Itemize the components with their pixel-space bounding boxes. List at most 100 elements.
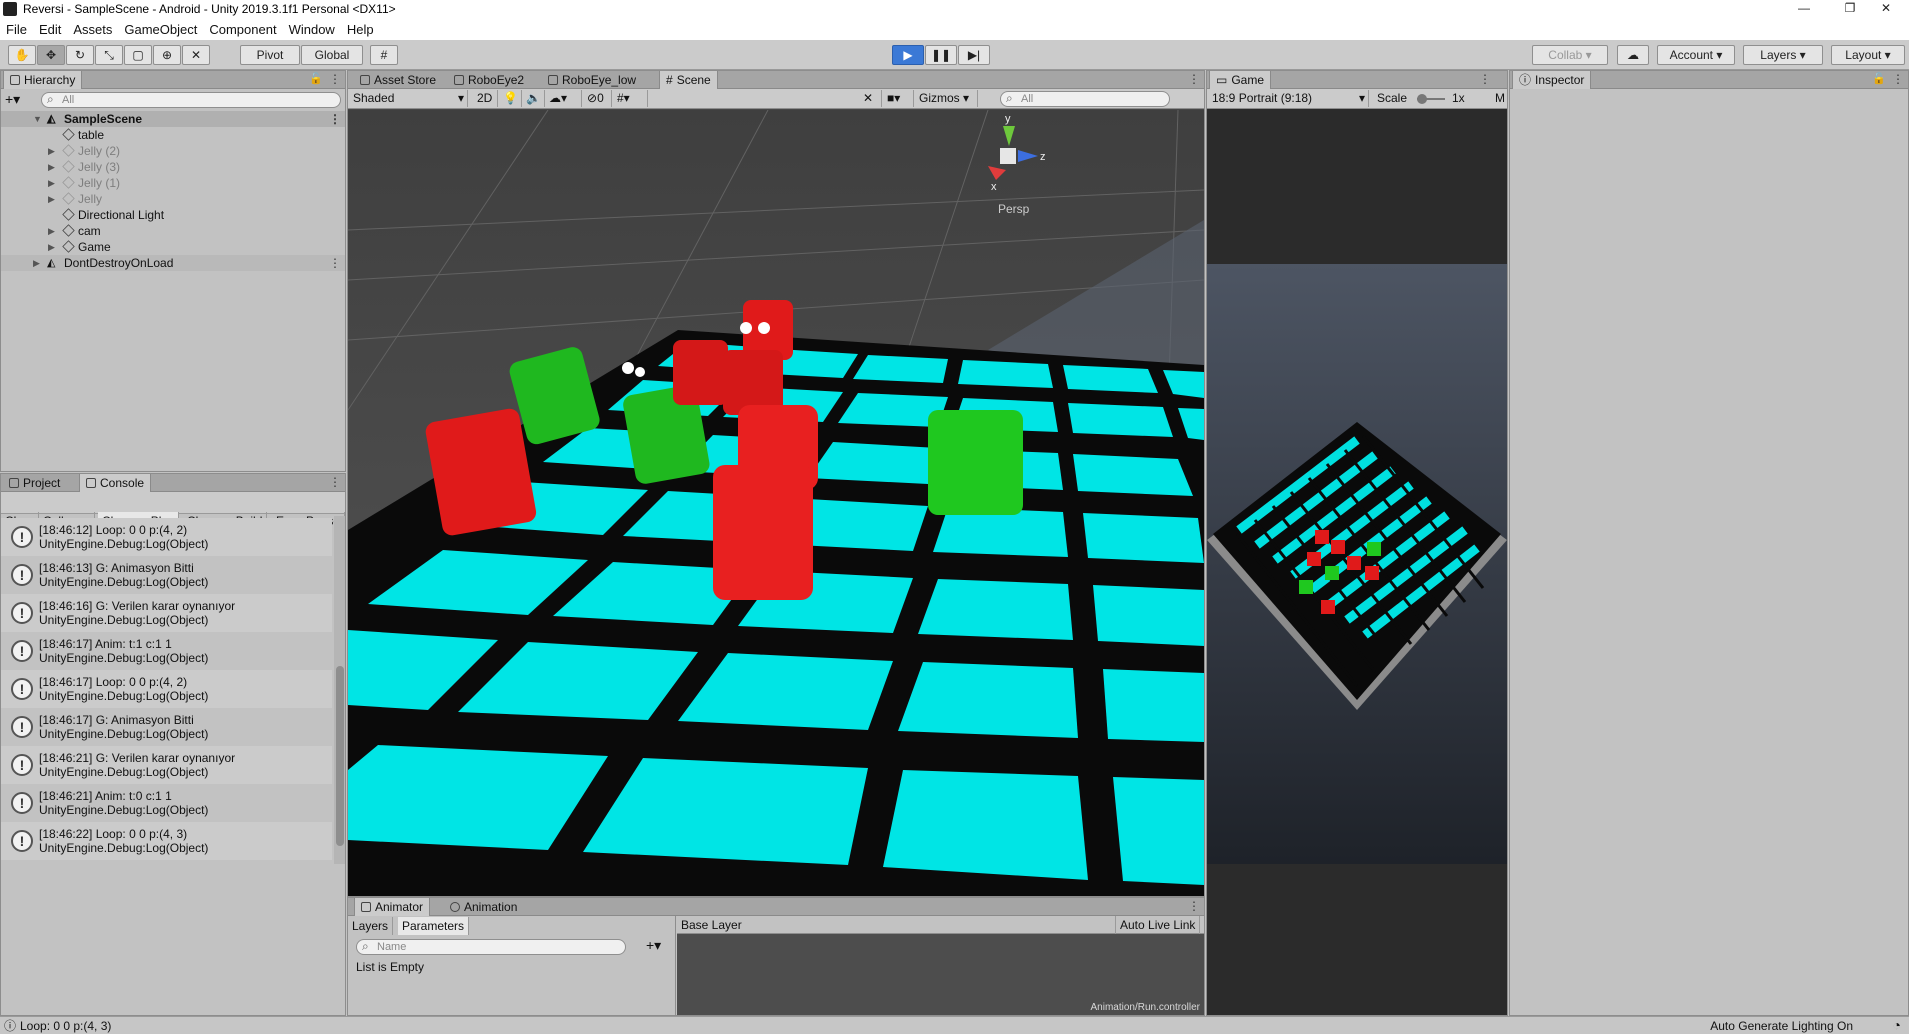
scale-tool-icon[interactable]: ⤡ [95, 45, 123, 65]
effects-dropdown-icon[interactable]: ☁▾ [546, 90, 582, 107]
scene-row[interactable]: ▼ ◭ SampleScene ⋮ [1, 111, 345, 127]
2d-toggle[interactable]: 2D [474, 90, 498, 107]
parameter-search-input[interactable]: Name [356, 939, 626, 955]
expand-arrow-icon[interactable]: ▶ [48, 191, 55, 207]
menu-assets[interactable]: Assets [73, 22, 112, 37]
custom-tool-icon[interactable]: ✕ [182, 45, 210, 65]
grid-snap-icon[interactable]: # [370, 45, 398, 65]
hierarchy-item[interactable]: ▶ Jelly (1) [1, 175, 345, 191]
maximize-toggle-truncated[interactable]: M [1495, 91, 1505, 105]
status-message[interactable]: Loop: 0 0 p:(4, 3) [20, 1017, 111, 1034]
kebab-menu-icon[interactable]: ⋮ [1479, 72, 1491, 86]
log-entry[interactable]: ! [18:46:17] Loop: 0 0 p:(4, 2) UnityEngin… [1, 670, 332, 708]
scale-slider-handle[interactable] [1417, 94, 1427, 104]
hierarchy-item[interactable]: ▶ cam [1, 223, 345, 239]
create-plus-icon[interactable]: +▾ [5, 91, 20, 108]
tab-console[interactable]: Console [79, 474, 152, 492]
animator-graph[interactable]: Base Layer Auto Live Link Animation/Run.… [677, 916, 1204, 1015]
move-tool-icon[interactable]: ✥ [37, 45, 65, 65]
tab-scene[interactable]: # Scene [659, 71, 718, 89]
tab-hierarchy[interactable]: Hierarchy [3, 71, 83, 89]
log-entry[interactable]: ! [18:46:22] Loop: 0 0 p:(4, 3) UnityEngin… [1, 822, 332, 860]
audio-toggle-icon[interactable]: 🔈 [523, 90, 545, 107]
hierarchy-item[interactable]: ▶ Jelly (2) [1, 143, 345, 159]
expand-arrow-icon[interactable]: ▶ [48, 159, 55, 175]
log-entry[interactable]: ! [18:46:17] Anim: t:1 c:1 1 UnityEngine.D… [1, 632, 332, 670]
log-entry[interactable]: ! [18:46:21] G: Verilen karar oynanıyor Un… [1, 746, 332, 784]
hand-tool-icon[interactable]: ✋ [8, 45, 36, 65]
hierarchy-item[interactable]: ▶ Game [1, 239, 345, 255]
rect-tool-icon[interactable]: ▢ [124, 45, 152, 65]
hidden-objects-toggle[interactable]: ⊘0 [584, 90, 612, 107]
log-entry[interactable]: ! [18:46:17] G: Animasyon Bitti UnityEngin… [1, 708, 332, 746]
console-scrollbar[interactable] [334, 516, 345, 864]
transform-tool-icon[interactable]: ⊕ [153, 45, 181, 65]
log-entry[interactable]: ! [18:46:12] Loop: 0 0 p:(4, 2) UnityEngin… [1, 518, 332, 556]
auto-live-link-button[interactable]: Auto Live Link [1115, 916, 1201, 934]
aspect-dropdown[interactable]: 18:9 Portrait (9:18) ▾ [1209, 90, 1369, 107]
menu-edit[interactable]: Edit [39, 22, 61, 37]
pivot-toggle[interactable]: Pivot [240, 45, 300, 65]
expand-arrow-icon[interactable]: ▶ [48, 239, 55, 255]
expand-arrow-icon[interactable]: ▶ [48, 143, 55, 159]
kebab-menu-icon[interactable]: ⋮ [1188, 72, 1200, 86]
shading-dropdown[interactable]: Shaded ▾ [350, 90, 468, 107]
scene-kebab-icon[interactable]: ⋮ [329, 111, 341, 127]
hierarchy-search-input[interactable]: All [41, 92, 341, 108]
close-button[interactable]: ✕ [1863, 0, 1909, 18]
kebab-menu-icon[interactable]: ⋮ [329, 475, 341, 489]
kebab-menu-icon[interactable]: ⋮ [1188, 899, 1200, 913]
add-parameter-icon[interactable]: +▾ [646, 937, 661, 954]
parameters-tab-button[interactable]: Parameters [398, 917, 470, 935]
expand-arrow-icon[interactable]: ▶ [33, 255, 40, 271]
dont-destroy-row[interactable]: ▶ ◭ DontDestroyOnLoad ⋮ [1, 255, 345, 271]
tab-project[interactable]: Project [3, 474, 66, 492]
cloud-icon[interactable]: ☁ [1617, 45, 1649, 65]
camera-dropdown-icon[interactable]: ■▾ [884, 90, 914, 107]
scene-viewport[interactable]: y z x Persp [348, 110, 1204, 896]
tab-animation[interactable]: Animation [444, 898, 523, 916]
tab-animator[interactable]: Animator [354, 898, 431, 916]
lock-icon[interactable]: 🔓 [309, 72, 323, 85]
scene-search-input[interactable]: All [1000, 91, 1170, 107]
tab-roboeye-low[interactable]: RoboEye_low [542, 71, 642, 89]
tools-icon[interactable]: ✕ [860, 90, 882, 107]
account-dropdown[interactable]: Account ▾ [1657, 45, 1735, 65]
hierarchy-item[interactable]: ▶ Jelly (3) [1, 159, 345, 175]
hierarchy-item[interactable]: table [1, 127, 345, 143]
layers-tab-button[interactable]: Layers [348, 917, 394, 935]
step-button[interactable]: ▶| [958, 45, 990, 65]
menu-gameobject[interactable]: GameObject [124, 22, 197, 37]
lock-icon[interactable]: 🔓 [1872, 72, 1886, 85]
menu-window[interactable]: Window [289, 22, 335, 37]
layers-dropdown[interactable]: Layers ▾ [1743, 45, 1823, 65]
tab-roboeye2[interactable]: RoboEye2 [448, 71, 530, 89]
pause-button[interactable]: ❚❚ [925, 45, 957, 65]
menu-component[interactable]: Component [209, 22, 276, 37]
hierarchy-item[interactable]: ▶ Jelly [1, 191, 345, 207]
base-layer-breadcrumb[interactable]: Base Layer [681, 916, 742, 934]
kebab-menu-icon[interactable]: ⋮ [329, 72, 341, 86]
lighting-icon[interactable]: ◔ [1893, 1016, 1901, 1034]
tab-game[interactable]: ▭ Game [1209, 71, 1272, 89]
tab-inspector[interactable]: ⓘ Inspector [1512, 71, 1592, 89]
log-entry[interactable]: ! [18:46:21] Anim: t:0 c:1 1 UnityEngine.D… [1, 784, 332, 822]
play-button[interactable]: ▶ [892, 45, 924, 65]
log-entry[interactable]: ! [18:46:13] G: Animasyon Bitti UnityEngin… [1, 556, 332, 594]
hierarchy-item[interactable]: Directional Light [1, 207, 345, 223]
game-viewport[interactable] [1207, 110, 1507, 1015]
kebab-menu-icon[interactable]: ⋮ [1892, 72, 1904, 86]
layout-dropdown[interactable]: Layout ▾ [1831, 45, 1905, 65]
expand-arrow-icon[interactable]: ▼ [33, 111, 42, 127]
menu-file[interactable]: File [6, 22, 27, 37]
grid-toggle-icon[interactable]: #▾ [614, 90, 648, 107]
expand-arrow-icon[interactable]: ▶ [48, 175, 55, 191]
menu-help[interactable]: Help [347, 22, 374, 37]
expand-arrow-icon[interactable]: ▶ [48, 223, 55, 239]
console-scroll-thumb[interactable] [336, 666, 344, 846]
gizmos-dropdown[interactable]: Gizmos ▾ [916, 90, 978, 107]
log-entry[interactable]: ! [18:46:16] G: Verilen karar oynanıyor Un… [1, 594, 332, 632]
rotate-tool-icon[interactable]: ↻ [66, 45, 94, 65]
tab-asset-store[interactable]: Asset Store [354, 71, 442, 89]
ddol-kebab-icon[interactable]: ⋮ [329, 255, 341, 271]
